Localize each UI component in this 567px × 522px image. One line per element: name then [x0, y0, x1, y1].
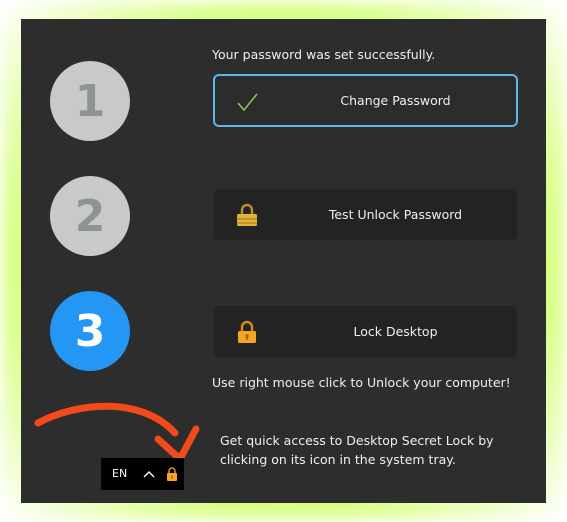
system-tray: EN — [101, 458, 184, 490]
tray-tip: Get quick access to Desktop Secret Lock … — [220, 433, 494, 467]
gold-lock-icon — [237, 203, 257, 226]
step-2-number: 2 — [74, 190, 106, 242]
change-password-label: Change Password — [340, 93, 451, 108]
success-message: Your password was set successfully. — [212, 47, 436, 62]
orange-lock-icon — [238, 320, 256, 343]
language-indicator[interactable]: EN — [112, 467, 127, 480]
test-unlock-password-button[interactable]: Test Unlock Password — [213, 188, 518, 241]
step-1-number: 1 — [74, 75, 106, 127]
lock-desktop-button[interactable]: Lock Desktop — [213, 305, 518, 358]
lock-desktop-label: Lock Desktop — [353, 324, 438, 339]
unlock-hint: Use right mouse click to Unlock your com… — [212, 375, 511, 390]
step-2-circle: 2 — [50, 176, 130, 256]
change-password-button[interactable]: Change Password — [213, 74, 518, 127]
tray-lock-icon[interactable] — [164, 466, 180, 482]
test-unlock-password-label: Test Unlock Password — [328, 207, 463, 222]
step-3-circle: 3 — [50, 291, 130, 371]
chevron-up-icon[interactable] — [142, 467, 156, 481]
check-icon — [237, 93, 258, 112]
step-1-circle: 1 — [50, 61, 130, 141]
step-3-number: 3 — [74, 305, 106, 357]
